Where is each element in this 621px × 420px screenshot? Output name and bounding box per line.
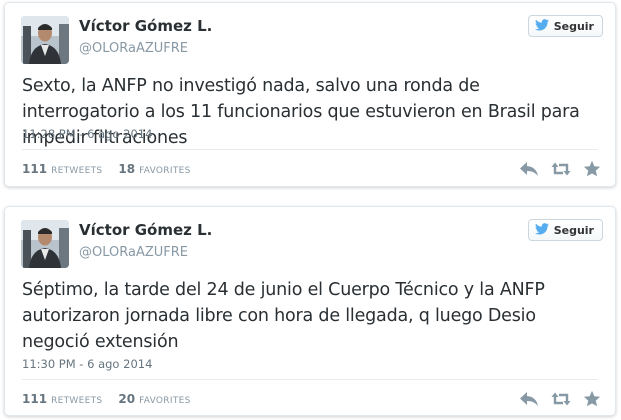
author-name[interactable]: Víctor Gómez L. — [79, 17, 212, 35]
retweet-icon[interactable] — [551, 390, 571, 408]
author-handle[interactable]: @OLORaAZUFRE — [79, 245, 188, 260]
favorites-count[interactable]: 18 — [118, 162, 135, 176]
retweets-label: RETWEETS — [51, 396, 103, 406]
tweet-timestamp[interactable]: 11:30 PM - 6 ago 2014 — [22, 357, 152, 371]
retweets-count[interactable]: 111 — [22, 392, 47, 406]
reply-icon[interactable] — [519, 160, 539, 178]
tweet-actions — [519, 390, 603, 408]
favorite-star-icon[interactable] — [583, 160, 603, 178]
avatar[interactable] — [21, 220, 69, 268]
favorite-star-icon[interactable] — [583, 390, 603, 408]
follow-button[interactable]: Seguir — [527, 15, 603, 37]
author-handle[interactable]: @OLORaAZUFRE — [79, 41, 188, 56]
author-name[interactable]: Víctor Gómez L. — [79, 221, 212, 239]
tweet-actions — [519, 160, 603, 178]
divider — [22, 149, 598, 150]
reply-icon[interactable] — [519, 390, 539, 408]
divider — [22, 379, 598, 380]
tweet-text: Séptimo, la tarde del 24 de junio el Cue… — [22, 280, 545, 352]
retweet-icon[interactable] — [551, 160, 571, 178]
follow-button[interactable]: Seguir — [527, 219, 603, 241]
favorites-label: FAVORITES — [139, 166, 191, 176]
tweet-stats: 111 RETWEETS 18 FAVORITES — [22, 162, 191, 176]
tweet-timestamp[interactable]: 11:28 PM - 6 ago 2014 — [22, 127, 152, 141]
tweet-card: Víctor Gómez L. @OLORaAZUFRE Seguir Sext… — [4, 2, 616, 187]
favorites-label: FAVORITES — [139, 396, 191, 406]
twitter-bird-icon — [534, 222, 549, 238]
retweets-label: RETWEETS — [51, 166, 103, 176]
follow-label: Seguir — [553, 223, 594, 237]
avatar[interactable] — [21, 16, 69, 64]
tweet-stats: 111 RETWEETS 20 FAVORITES — [22, 392, 191, 406]
retweets-count[interactable]: 111 — [22, 162, 47, 176]
follow-label: Seguir — [553, 19, 594, 33]
tweet-card: Víctor Gómez L. @OLORaAZUFRE Seguir Sépt… — [4, 206, 616, 416]
favorites-count[interactable]: 20 — [118, 392, 135, 406]
twitter-bird-icon — [534, 18, 549, 34]
